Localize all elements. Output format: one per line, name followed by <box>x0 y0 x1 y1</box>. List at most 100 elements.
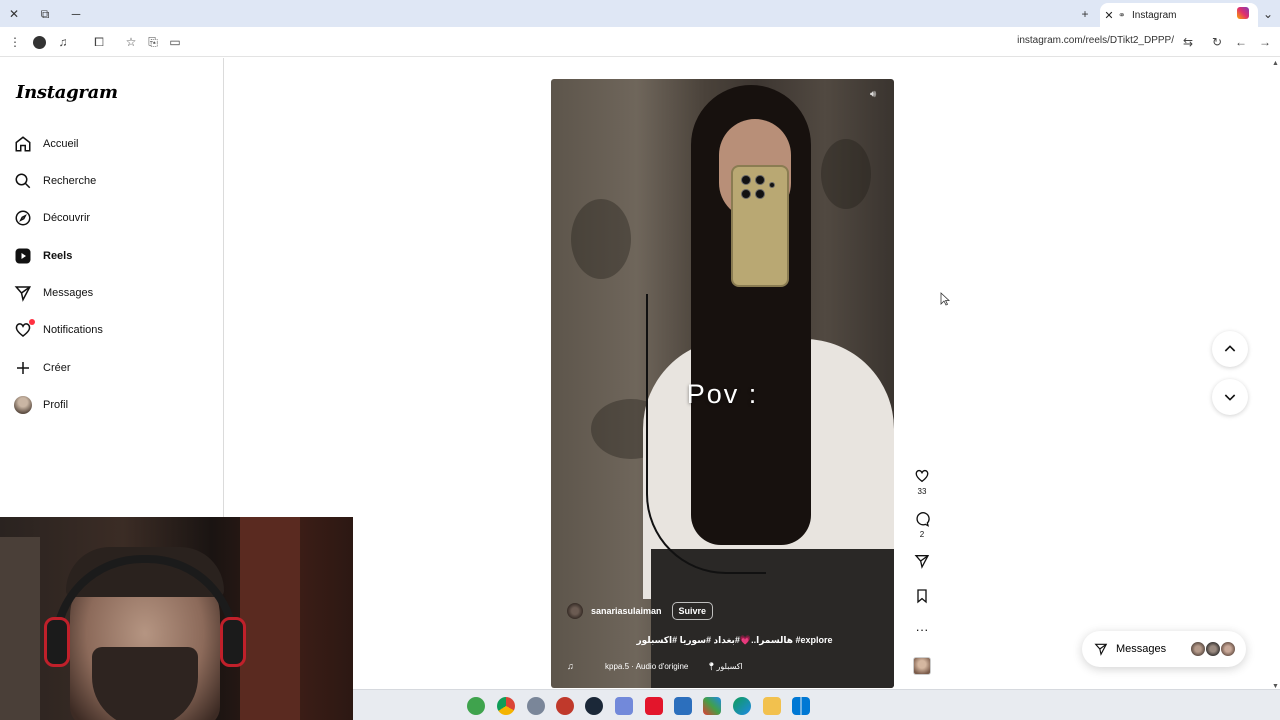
phone-lens <box>755 175 765 185</box>
sidebar-item-creer[interactable]: Créer <box>14 355 210 381</box>
avatar <box>14 396 32 414</box>
sidebar-item-label: Messages <box>43 287 94 299</box>
save-button[interactable] <box>912 588 932 607</box>
scroll-up-arrow-icon[interactable]: ▲ <box>1272 60 1279 67</box>
browser-tab[interactable]: ✕ ⚭ Instagram <box>1100 3 1258 27</box>
edge-icon[interactable] <box>733 697 751 715</box>
location-link[interactable]: اكسبلور <box>717 662 743 671</box>
webcam-shelf <box>0 537 40 720</box>
sidebar-item-recherche[interactable]: Recherche <box>14 168 210 194</box>
app-icon[interactable] <box>556 697 574 715</box>
sidebar-item-decouvrir[interactable]: Découvrir <box>14 205 210 231</box>
close-window-icon[interactable]: ✕ <box>4 4 24 24</box>
avatar <box>1190 641 1206 657</box>
reel-audio-row: ♫ kppa.5 · Audio d'origine 📍︎ اكسبلور <box>567 661 887 671</box>
reel-owner: sanariasulaiman Suivre <box>567 602 714 620</box>
follow-button[interactable]: Suivre <box>671 602 714 620</box>
phone-lens <box>741 175 751 185</box>
sidebar-item-accueil[interactable]: Accueil <box>14 131 210 157</box>
avatar <box>1205 641 1221 657</box>
more-options-icon[interactable]: ··· <box>912 622 932 637</box>
avatar <box>1220 641 1236 657</box>
media-control-icon[interactable]: ♫ <box>54 33 72 51</box>
heart-icon <box>915 469 929 483</box>
sidebar-item-label: Reels <box>43 250 73 262</box>
sidebar-item-label: Découvrir <box>43 212 91 224</box>
like-count: 33 <box>917 487 927 496</box>
reel-overlay-text: Pov : <box>686 379 759 409</box>
send-icon <box>14 286 31 302</box>
search-icon <box>15 173 31 189</box>
forward-arrow-icon[interactable]: → <box>1256 33 1274 51</box>
sound-toggle-icon[interactable]: 🔊︎ <box>870 89 884 103</box>
windows-start-icon[interactable] <box>792 697 810 715</box>
translate-icon[interactable]: ⎘ <box>144 33 162 51</box>
sidebar-item-label: Accueil <box>43 138 79 150</box>
tab-close-icon[interactable]: ✕ <box>1100 9 1118 22</box>
instagram-favicon-icon <box>1237 7 1249 19</box>
menu-dots-icon[interactable]: ⋮ <box>6 33 24 51</box>
messages-pill-button[interactable]: Messages <box>1082 631 1246 667</box>
chevron-down-icon <box>1224 394 1236 401</box>
sidebar-item-label: Recherche <box>43 175 97 187</box>
owner-avatar[interactable] <box>567 603 583 619</box>
music-note-icon: ♫ <box>567 661 574 671</box>
webcam-door <box>240 517 300 720</box>
audio-thumbnail[interactable] <box>913 657 931 675</box>
cast-icon[interactable]: ▭ <box>166 33 184 51</box>
sidebar-item-messages[interactable]: Messages <box>14 280 210 306</box>
app-icon[interactable] <box>467 697 485 715</box>
chrome-icon[interactable] <box>497 697 515 715</box>
new-tab-icon[interactable]: + <box>1075 4 1095 24</box>
browser-tab-bar: ✕ ⧉ ─ + ✕ ⚭ Instagram ⌄ <box>0 0 1280 27</box>
minimize-window-icon[interactable]: ─ <box>66 4 86 24</box>
sidebar-item-reels[interactable]: Reels <box>14 243 210 269</box>
mouse-cursor-icon <box>940 292 950 306</box>
file-explorer-icon[interactable] <box>763 697 781 715</box>
owner-username[interactable]: sanariasulaiman <box>591 606 662 616</box>
sidebar-item-notifications[interactable]: Notifications <box>14 317 210 343</box>
reel-video[interactable]: 🔊︎ Pov : sanariasulaiman Suivre هالسمرا.… <box>551 79 894 688</box>
reel-caption[interactable]: هالسمرا..💗#بغداد #سوريا #اكسبلور #explor… <box>551 635 894 646</box>
wall-texture <box>821 139 871 209</box>
comment-count: 2 <box>919 530 925 539</box>
send-icon <box>1094 643 1108 656</box>
comment-button[interactable]: 2 <box>912 511 932 539</box>
bookmark-icon <box>917 589 927 604</box>
notification-dot <box>29 319 35 325</box>
discord-icon[interactable] <box>615 697 633 715</box>
sidebar-item-label: Profil <box>43 399 69 411</box>
settings-icon[interactable] <box>527 697 545 715</box>
bookmark-star-icon[interactable]: ☆ <box>122 33 140 51</box>
address-bar: ⋮ ♫ ⧠ ☆ ⎘ ▭ instagram.com/reels/DTikt2_D… <box>0 27 1280 57</box>
sidebar-item-label: Créer <box>43 362 71 374</box>
extensions-icon[interactable]: ⧠ <box>90 33 108 51</box>
share-button[interactable] <box>912 553 932 572</box>
sidebar-item-profil[interactable]: Profil <box>14 392 210 418</box>
app-icon[interactable] <box>703 697 721 715</box>
instagram-logo[interactable]: Instagram <box>16 82 118 103</box>
messages-pill-label: Messages <box>1116 643 1167 655</box>
store-icon[interactable] <box>674 697 692 715</box>
url-field[interactable]: instagram.com/reels/DTikt2_DPPP/ <box>1017 35 1174 46</box>
location-pin-icon: 📍︎ <box>706 661 717 671</box>
restore-window-icon[interactable]: ⧉ <box>35 4 55 24</box>
phone-flash <box>769 182 775 188</box>
audio-link[interactable]: kppa.5 · Audio d'origine <box>605 662 688 671</box>
page-scrollbar[interactable]: ▲ ▼ <box>1270 58 1280 690</box>
steam-icon[interactable] <box>585 697 603 715</box>
profile-icon[interactable] <box>30 33 48 51</box>
back-arrow-icon[interactable]: ← <box>1232 33 1250 51</box>
headset-left-ear <box>44 617 70 667</box>
next-reel-button[interactable] <box>1212 379 1248 415</box>
tab-list-chevron-icon[interactable]: ⌄ <box>1258 4 1278 24</box>
like-button[interactable]: 33 <box>912 468 932 496</box>
phone-lens <box>755 189 765 199</box>
plus-icon <box>17 362 29 374</box>
compass-icon <box>15 210 31 226</box>
reload-icon[interactable]: ↻ <box>1208 33 1226 51</box>
site-settings-icon[interactable]: ⇆ <box>1179 33 1197 51</box>
headset-right-ear <box>220 617 246 667</box>
app-icon[interactable] <box>645 697 663 715</box>
previous-reel-button[interactable] <box>1212 331 1248 367</box>
